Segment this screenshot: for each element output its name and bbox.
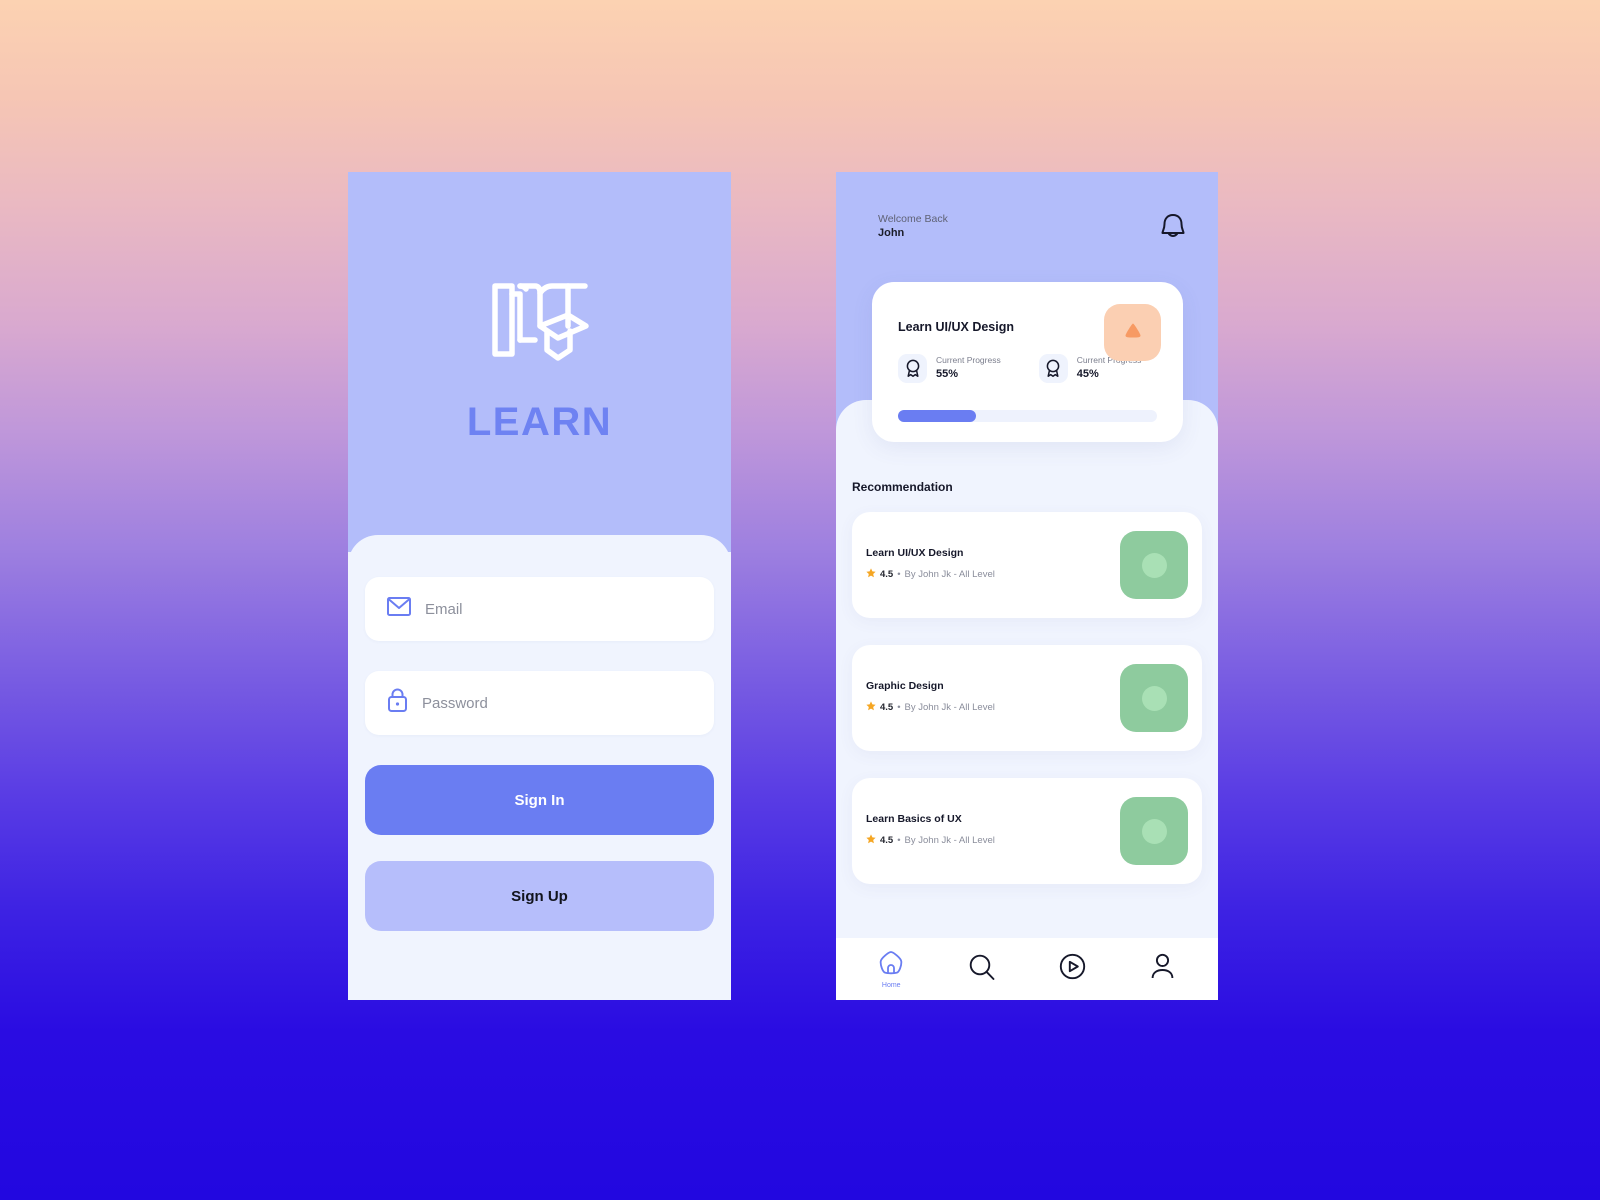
home-screen: Welcome Back John Learn UI/UX Design Cur… [836,172,1218,1000]
home-header: Welcome Back John [878,212,1186,245]
play-circle-icon [1059,953,1086,985]
login-screen: LEARN Email Password Sign In Sign Up [348,172,731,1000]
email-field[interactable]: Email [365,577,714,641]
recommendation-card[interactable]: Learn UI/UX Design 4.5 • By John Jk - Al… [852,512,1202,618]
triangle-drop-icon [1124,322,1142,344]
recommendation-heading: Recommendation [852,480,953,494]
recommendation-byline: By John Jk - All Level [904,701,995,713]
course-thumbnail [1120,531,1188,599]
welcome-greeting: Welcome Back [878,213,948,225]
recommendation-text: Learn UI/UX Design 4.5 • By John Jk - Al… [866,547,1120,583]
background-canvas: LEARN Email Password Sign In Sign Up Wel… [0,0,1600,1200]
recommendation-card[interactable]: Graphic Design 4.5 • By John Jk - All Le… [852,645,1202,751]
recommendation-title: Graphic Design [866,680,944,692]
lock-icon [387,688,408,718]
current-course-card[interactable]: Learn UI/UX Design Current Progress 55% … [872,282,1183,442]
award-badge-icon [898,354,927,383]
password-field[interactable]: Password [365,671,714,735]
bottom-navigation: Home [836,938,1218,1000]
meta-separator: • [897,568,901,580]
thumbnail-dot [1141,818,1167,844]
home-icon [878,950,904,980]
user-name: John [878,227,905,240]
sign-up-button[interactable]: Sign Up [365,861,714,931]
meta-separator: • [897,834,901,846]
recommendation-text: Learn Basics of UX 4.5 • By John Jk - Al… [866,813,1120,849]
book-graduation-cap-icon [490,280,590,372]
recommendation-text: Graphic Design 4.5 • By John Jk - All Le… [866,680,1120,716]
user-icon [1150,953,1175,985]
envelope-icon [387,597,411,621]
star-icon [866,698,876,716]
thumbnail-dot [1141,552,1167,578]
brand-title: LEARN [466,399,613,444]
bell-icon[interactable] [1160,212,1186,245]
award-badge-icon [1038,354,1068,383]
recommendation-list: Learn UI/UX Design 4.5 • By John Jk - Al… [852,512,1202,911]
meta-separator: • [897,701,901,713]
progress-bar-fill [898,410,976,422]
recommendation-card[interactable]: Learn Basics of UX 4.5 • By John Jk - Al… [852,778,1202,884]
recommendation-title: Learn Basics of UX [866,813,962,825]
course-thumbnail [1120,797,1188,865]
search-icon [968,953,996,986]
brand-header: LEARN [348,172,731,552]
nav-item-profile[interactable] [1133,953,1193,985]
greeting-block: Welcome Back John [878,212,948,241]
password-placeholder: Password [422,694,488,712]
star-icon [866,565,876,583]
recommendation-title: Learn UI/UX Design [866,547,964,559]
email-placeholder: Email [425,600,463,618]
nav-label-home: Home [881,981,901,989]
course-thumbnail [1120,664,1188,732]
login-form-sheet: Email Password Sign In Sign Up [348,535,731,1000]
recommendation-meta: 4.5 • By John Jk - All Level [866,698,1120,716]
recommendation-meta: 4.5 • By John Jk - All Level [866,565,1120,583]
rating-value: 4.5 [880,834,894,846]
rating-value: 4.5 [880,701,894,713]
progress-label: Current Progress [936,355,1001,366]
recommendation-meta: 4.5 • By John Jk - All Level [866,831,1120,849]
course-thumbnail-peach [1104,304,1161,361]
recommendation-byline: By John Jk - All Level [904,834,995,846]
sign-in-button[interactable]: Sign In [365,765,714,835]
progress-bar-track [898,410,1157,422]
recommendation-byline: By John Jk - All Level [904,568,995,580]
progress-stat-text: Current Progress 55% [936,354,1001,382]
progress-value: 55% [936,368,959,381]
thumbnail-dot [1141,685,1167,711]
nav-item-home[interactable]: Home [861,950,921,989]
progress-stat: Current Progress 55% [898,354,1001,383]
star-icon [866,831,876,849]
progress-value: 45% [1076,368,1099,381]
nav-item-search[interactable] [952,953,1012,986]
nav-item-video[interactable] [1042,953,1102,985]
rating-value: 4.5 [880,568,894,580]
